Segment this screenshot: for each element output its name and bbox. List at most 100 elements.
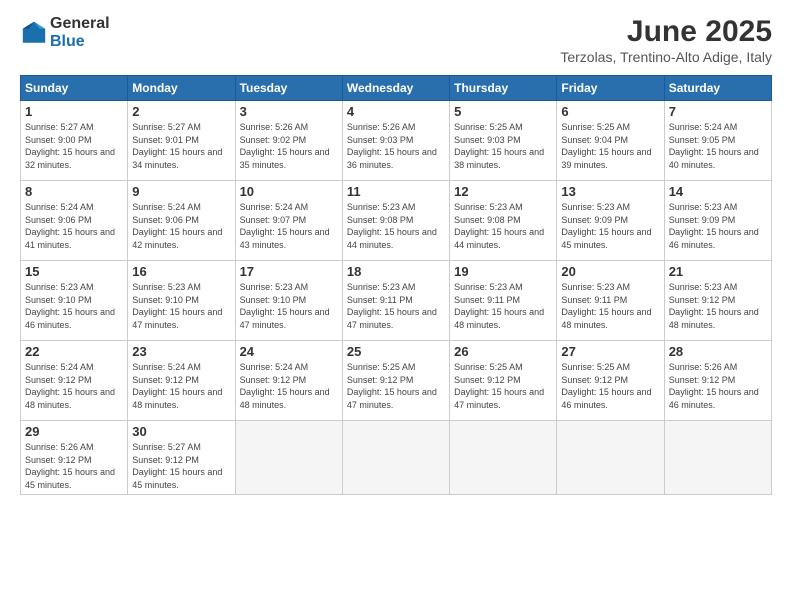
- day-info: Sunrise: 5:24 AMSunset: 9:06 PMDaylight:…: [25, 201, 123, 251]
- day-info: Sunrise: 5:23 AMSunset: 9:11 PMDaylight:…: [561, 281, 659, 331]
- calendar-cell: 1 Sunrise: 5:27 AMSunset: 9:00 PMDaylight…: [21, 101, 128, 181]
- day-info: Sunrise: 5:25 AMSunset: 9:12 PMDaylight:…: [454, 361, 552, 411]
- calendar-cell: 7 Sunrise: 5:24 AMSunset: 9:05 PMDaylight…: [664, 101, 771, 181]
- day-number: 5: [454, 104, 552, 119]
- day-number: 6: [561, 104, 659, 119]
- logo-icon: [20, 19, 48, 47]
- location: Terzolas, Trentino-Alto Adige, Italy: [560, 49, 772, 65]
- header-friday: Friday: [557, 76, 664, 101]
- day-info: Sunrise: 5:25 AMSunset: 9:12 PMDaylight:…: [347, 361, 445, 411]
- day-info: Sunrise: 5:23 AMSunset: 9:10 PMDaylight:…: [240, 281, 338, 331]
- day-info: Sunrise: 5:23 AMSunset: 9:08 PMDaylight:…: [454, 201, 552, 251]
- day-info: Sunrise: 5:23 AMSunset: 9:11 PMDaylight:…: [454, 281, 552, 331]
- calendar-cell: 21 Sunrise: 5:23 AMSunset: 9:12 PMDayligh…: [664, 261, 771, 341]
- calendar-cell: 25 Sunrise: 5:25 AMSunset: 9:12 PMDayligh…: [342, 341, 449, 421]
- day-info: Sunrise: 5:27 AMSunset: 9:01 PMDaylight:…: [132, 121, 230, 171]
- day-info: Sunrise: 5:26 AMSunset: 9:03 PMDaylight:…: [347, 121, 445, 171]
- calendar-cell: 22 Sunrise: 5:24 AMSunset: 9:12 PMDayligh…: [21, 341, 128, 421]
- title-section: June 2025 Terzolas, Trentino-Alto Adige,…: [560, 15, 772, 65]
- calendar-cell: 8 Sunrise: 5:24 AMSunset: 9:06 PMDaylight…: [21, 181, 128, 261]
- calendar-week-row: 1 Sunrise: 5:27 AMSunset: 9:00 PMDaylight…: [21, 101, 772, 181]
- day-info: Sunrise: 5:24 AMSunset: 9:12 PMDaylight:…: [240, 361, 338, 411]
- calendar-week-row: 8 Sunrise: 5:24 AMSunset: 9:06 PMDaylight…: [21, 181, 772, 261]
- day-number: 23: [132, 344, 230, 359]
- calendar-cell: 9Sunrise: 5:24 AMSunset: 9:06 PMDaylight…: [128, 181, 235, 261]
- day-number: 30: [132, 424, 230, 439]
- calendar-cell: 19 Sunrise: 5:23 AMSunset: 9:11 PMDayligh…: [450, 261, 557, 341]
- header-saturday: Saturday: [664, 76, 771, 101]
- calendar-cell: 6 Sunrise: 5:25 AMSunset: 9:04 PMDaylight…: [557, 101, 664, 181]
- calendar-cell: 12 Sunrise: 5:23 AMSunset: 9:08 PMDayligh…: [450, 181, 557, 261]
- day-number: 2: [132, 104, 230, 119]
- calendar-cell: [342, 421, 449, 495]
- day-number: 21: [669, 264, 767, 279]
- day-info: Sunrise: 5:23 AMSunset: 9:12 PMDaylight:…: [669, 281, 767, 331]
- logo-general: General: [50, 15, 110, 33]
- calendar-cell: 10Sunrise: 5:24 AMSunset: 9:07 PMDayligh…: [235, 181, 342, 261]
- day-info: Sunrise: 5:24 AMSunset: 9:12 PMDaylight:…: [25, 361, 123, 411]
- calendar-table: Sunday Monday Tuesday Wednesday Thursday…: [20, 75, 772, 495]
- day-number: 18: [347, 264, 445, 279]
- day-number: 14: [669, 184, 767, 199]
- day-number: 19: [454, 264, 552, 279]
- day-info: Sunrise: 5:25 AMSunset: 9:03 PMDaylight:…: [454, 121, 552, 171]
- header-tuesday: Tuesday: [235, 76, 342, 101]
- calendar-cell: 11Sunrise: 5:23 AMSunset: 9:08 PMDayligh…: [342, 181, 449, 261]
- day-number: 1: [25, 104, 123, 119]
- day-info: Sunrise: 5:25 AMSunset: 9:04 PMDaylight:…: [561, 121, 659, 171]
- day-info: Sunrise: 5:26 AMSunset: 9:02 PMDaylight:…: [240, 121, 338, 171]
- day-number: 22: [25, 344, 123, 359]
- day-info: Sunrise: 5:23 AMSunset: 9:10 PMDaylight:…: [25, 281, 123, 331]
- day-number: 26: [454, 344, 552, 359]
- calendar-week-row: 15 Sunrise: 5:23 AMSunset: 9:10 PMDayligh…: [21, 261, 772, 341]
- day-number: 9: [132, 184, 230, 199]
- day-number: 12: [454, 184, 552, 199]
- calendar-body: 1 Sunrise: 5:27 AMSunset: 9:00 PMDaylight…: [21, 101, 772, 495]
- day-number: 24: [240, 344, 338, 359]
- day-number: 20: [561, 264, 659, 279]
- day-number: 4: [347, 104, 445, 119]
- day-info: Sunrise: 5:27 AMSunset: 9:00 PMDaylight:…: [25, 121, 123, 171]
- day-number: 15: [25, 264, 123, 279]
- calendar-cell: 30Sunrise: 5:27 AMSunset: 9:12 PMDayligh…: [128, 421, 235, 495]
- calendar-week-row: 22 Sunrise: 5:24 AMSunset: 9:12 PMDayligh…: [21, 341, 772, 421]
- day-info: Sunrise: 5:23 AMSunset: 9:08 PMDaylight:…: [347, 201, 445, 251]
- calendar-week-row: 29Sunrise: 5:26 AMSunset: 9:12 PMDayligh…: [21, 421, 772, 495]
- day-info: Sunrise: 5:23 AMSunset: 9:10 PMDaylight:…: [132, 281, 230, 331]
- day-number: 8: [25, 184, 123, 199]
- day-info: Sunrise: 5:25 AMSunset: 9:12 PMDaylight:…: [561, 361, 659, 411]
- calendar-cell: 28 Sunrise: 5:26 AMSunset: 9:12 PMDayligh…: [664, 341, 771, 421]
- calendar-cell: [450, 421, 557, 495]
- calendar-cell: [557, 421, 664, 495]
- calendar-cell: 5 Sunrise: 5:25 AMSunset: 9:03 PMDaylight…: [450, 101, 557, 181]
- day-info: Sunrise: 5:24 AMSunset: 9:05 PMDaylight:…: [669, 121, 767, 171]
- calendar-cell: [664, 421, 771, 495]
- calendar-cell: [235, 421, 342, 495]
- header-thursday: Thursday: [450, 76, 557, 101]
- day-info: Sunrise: 5:23 AMSunset: 9:11 PMDaylight:…: [347, 281, 445, 331]
- header: General Blue June 2025 Terzolas, Trentin…: [20, 15, 772, 65]
- calendar-header: Sunday Monday Tuesday Wednesday Thursday…: [21, 76, 772, 101]
- day-number: 28: [669, 344, 767, 359]
- header-wednesday: Wednesday: [342, 76, 449, 101]
- calendar-cell: 3 Sunrise: 5:26 AMSunset: 9:02 PMDaylight…: [235, 101, 342, 181]
- calendar-cell: 16Sunrise: 5:23 AMSunset: 9:10 PMDayligh…: [128, 261, 235, 341]
- day-number: 27: [561, 344, 659, 359]
- calendar-cell: 13Sunrise: 5:23 AMSunset: 9:09 PMDayligh…: [557, 181, 664, 261]
- month-title: June 2025: [560, 15, 772, 49]
- day-number: 25: [347, 344, 445, 359]
- calendar-cell: 18 Sunrise: 5:23 AMSunset: 9:11 PMDayligh…: [342, 261, 449, 341]
- day-number: 7: [669, 104, 767, 119]
- logo: General Blue: [20, 15, 110, 50]
- logo-blue: Blue: [50, 33, 110, 51]
- calendar-page: General Blue June 2025 Terzolas, Trentin…: [0, 0, 792, 612]
- header-monday: Monday: [128, 76, 235, 101]
- day-info: Sunrise: 5:26 AMSunset: 9:12 PMDaylight:…: [669, 361, 767, 411]
- weekday-header-row: Sunday Monday Tuesday Wednesday Thursday…: [21, 76, 772, 101]
- calendar-cell: 26 Sunrise: 5:25 AMSunset: 9:12 PMDayligh…: [450, 341, 557, 421]
- header-sunday: Sunday: [21, 76, 128, 101]
- day-number: 3: [240, 104, 338, 119]
- calendar-cell: 2 Sunrise: 5:27 AMSunset: 9:01 PMDaylight…: [128, 101, 235, 181]
- day-info: Sunrise: 5:23 AMSunset: 9:09 PMDaylight:…: [561, 201, 659, 251]
- calendar-cell: 20 Sunrise: 5:23 AMSunset: 9:11 PMDayligh…: [557, 261, 664, 341]
